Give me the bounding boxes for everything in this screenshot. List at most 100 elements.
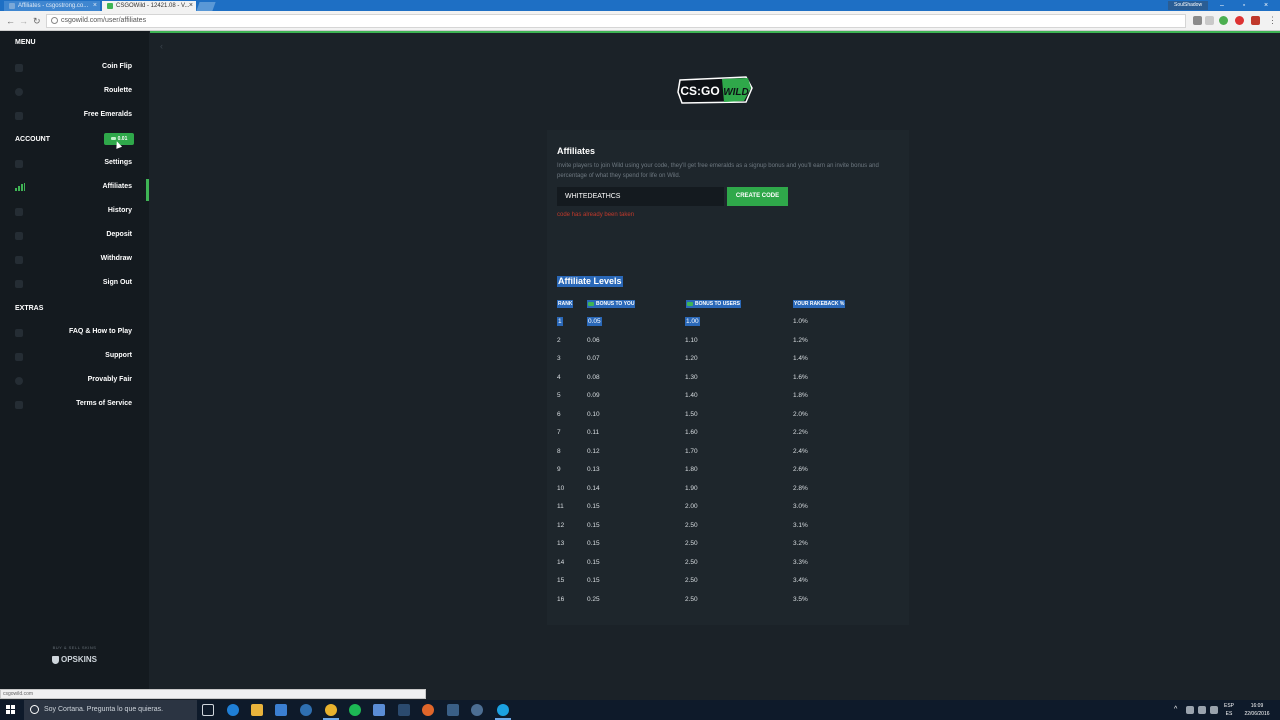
sidebar-item-label: Deposit [106,231,132,238]
bonus-to-you-cell: 0.13 [587,466,600,473]
sidebar-item-label: Withdraw [100,255,132,262]
back-icon[interactable]: ← [6,14,15,28]
profile-button[interactable]: SoulShadow [1168,1,1209,10]
bonus-to-users-cell: 2.50 [685,540,698,547]
chrome-icon[interactable] [323,704,339,720]
skype-icon[interactable] [495,704,511,720]
sidebar-item-coin-flip[interactable]: Coin Flip [0,59,149,77]
rakeback-cell: 2.0% [793,410,808,418]
windows-start-icon[interactable] [6,705,16,715]
signout-icon [15,280,23,288]
tray-network-icon[interactable] [1186,706,1194,714]
page-info-icon[interactable] [51,17,58,24]
rank-cell: 3 [557,355,561,362]
tab-csgowild[interactable]: CSGOWild - 12421.08 - V... × [102,1,196,11]
sidebar-item-label: Roulette [104,87,132,94]
sidebar-item-free-emeralds[interactable]: Free Emeralds [0,107,149,125]
sidebar-item-label: Settings [104,159,132,166]
edge-icon[interactable] [227,704,239,716]
tray-chevron-icon[interactable]: ^ [1174,700,1177,720]
maximize-icon[interactable]: ▫ [1234,0,1254,11]
extension-red-icon[interactable] [1235,16,1244,25]
close-icon[interactable]: × [93,1,97,11]
app-circle-icon[interactable] [471,704,483,716]
teamspeak-icon[interactable] [373,704,385,716]
bonus-to-you-cell: 0.15 [587,503,600,510]
window-close-icon[interactable]: × [1256,0,1276,11]
rank-cell: 13 [557,540,565,547]
sidebar-item-roulette[interactable]: Roulette [0,83,149,101]
minimize-icon[interactable]: – [1212,0,1232,11]
menu-heading: MENU [15,39,36,46]
emerald-icon [110,137,116,141]
sidebar-item-settings[interactable]: Settings [0,155,149,173]
store-icon[interactable] [275,704,287,716]
app-icon[interactable] [300,704,312,716]
bonus-to-you-cell: 0.12 [587,447,600,455]
tray-volume-icon[interactable] [1198,706,1206,714]
spotify-icon[interactable] [349,704,361,716]
sidebar-item-affiliates[interactable]: Affiliates [0,179,149,201]
rakeback-cell: 1.2% [793,336,808,344]
info-icon [15,329,23,337]
sidebar-item-provably-fair[interactable]: Provably Fair [0,372,149,390]
sidebar-item-withdraw[interactable]: Withdraw [0,251,149,269]
menu-icon[interactable]: ⋮ [1268,13,1277,27]
extension-mail-icon[interactable] [1251,16,1260,25]
extension-green-icon[interactable] [1219,16,1228,25]
bonus-to-you-cell: 0.09 [587,392,600,399]
new-tab-button[interactable] [196,2,216,11]
logo-wild-text: WILD [723,87,749,98]
address-bar[interactable]: csgowild.com/user/affiliates [46,14,1186,28]
opskins-shield-icon [51,655,59,664]
steam-icon[interactable] [398,704,410,716]
affiliate-code-input[interactable] [557,187,724,206]
clock[interactable]: 16:09 22/06/2016 [1240,702,1274,718]
bonus-to-users-cell: 1.80 [685,466,698,473]
table-row: 16 0.25 2.50 3.5% [557,594,877,606]
sidebar-item-sign-out[interactable]: Sign Out [0,275,149,293]
rank-cell: 15 [557,577,565,584]
translate-icon[interactable] [1193,16,1202,25]
bonus-to-you-cell: 0.05 [587,317,602,326]
sidebar-item-deposit[interactable]: Deposit [0,227,149,245]
bonus-to-users-cell: 1.60 [685,429,698,436]
sidebar-item-label: Affiliates [102,183,132,190]
task-view-icon[interactable] [202,704,214,716]
star-icon[interactable] [1205,16,1214,25]
rank-cell: 12 [557,521,565,529]
cortana-search-box[interactable]: Soy Cortana. Pregunta lo que quieras. [24,700,197,720]
forward-icon[interactable]: → [19,14,28,28]
bonus-to-users-cell: 1.90 [685,484,698,492]
rakeback-cell: 3.5% [793,595,808,603]
collapse-sidebar-icon[interactable]: ‹ [160,41,163,51]
sidebar-item-faq[interactable]: FAQ & How to Play [0,324,149,342]
table-row: 1 0.05 1.00 1.0% [557,316,877,328]
user-icon [15,160,23,168]
reload-icon[interactable]: ↻ [33,14,41,28]
firefox-icon[interactable] [422,704,434,716]
table-row: 7 0.11 1.60 2.2% [557,427,877,439]
header-label: BONUS TO USERS [695,301,740,307]
opskins-logo[interactable]: OPSKINS [0,655,149,664]
bonus-to-users-cell: 2.50 [685,595,698,603]
tab-title: CSGOWild - 12421.08 - V... [116,3,190,9]
sidebar-item-terms[interactable]: Terms of Service [0,396,149,414]
close-icon[interactable]: × [189,1,193,11]
table-row: 13 0.15 2.50 3.2% [557,538,877,550]
tab-affiliates-csgostrong[interactable]: Affiliates - csgostrong.co... × [4,1,100,11]
sidebar-item-support[interactable]: Support [0,348,149,366]
table-row: 4 0.08 1.30 1.6% [557,372,877,384]
language-indicator[interactable]: ESP ES [1222,702,1236,718]
language-code: ESP [1223,703,1234,709]
sidebar-item-history[interactable]: History [0,203,149,221]
file-explorer-icon[interactable] [251,704,263,716]
app-window-icon[interactable] [447,704,459,716]
csgowild-logo[interactable]: CS:GO WILD [676,74,754,106]
header-rank: RANK [557,300,574,308]
rank-cell: 9 [557,466,561,473]
rank-cell: 6 [557,410,561,418]
tray-battery-icon[interactable] [1210,706,1218,714]
browser-tab-strip: Affiliates - csgostrong.co... × CSGOWild… [0,0,1280,11]
create-code-button[interactable]: CREATE CODE [727,187,788,206]
